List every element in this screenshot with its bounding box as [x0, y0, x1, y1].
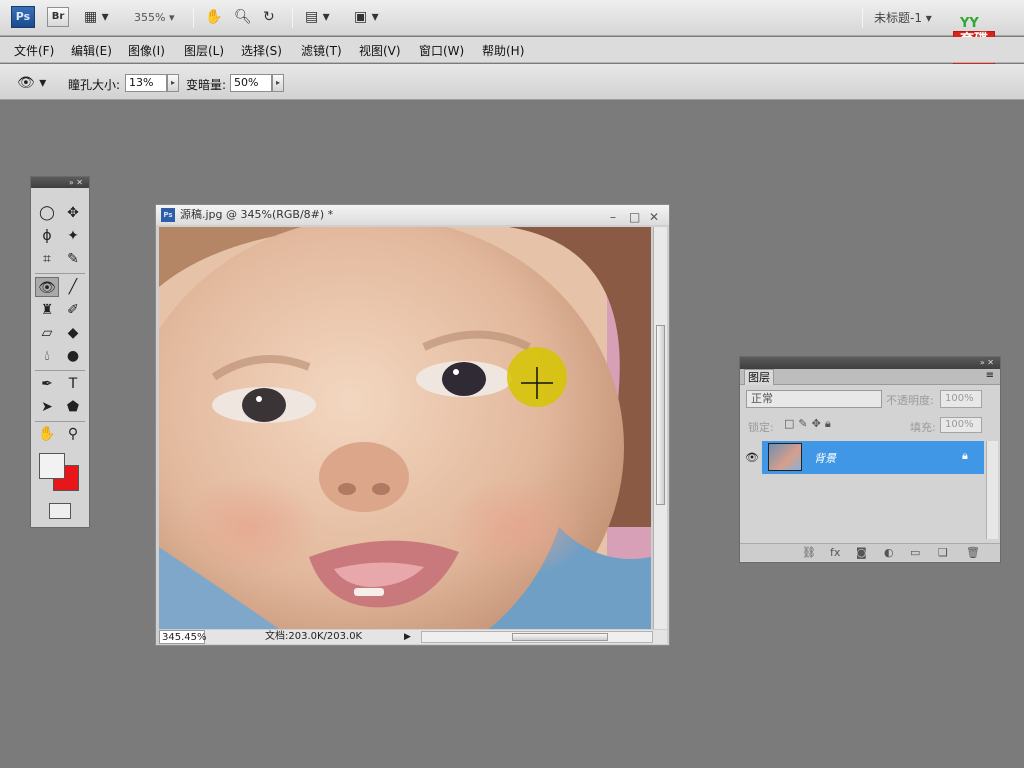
- eyedropper-tool-icon[interactable]: ✎: [61, 249, 85, 269]
- crop-tool-icon[interactable]: ⌗: [35, 249, 59, 269]
- watermark-leaf: YY: [960, 16, 979, 31]
- maximize-icon[interactable]: □: [629, 207, 640, 227]
- vertical-scroll-thumb[interactable]: [656, 325, 665, 505]
- move-tool-icon[interactable]: ✥: [61, 203, 85, 223]
- horizontal-scroll-thumb[interactable]: [512, 633, 608, 641]
- new-group-icon[interactable]: ▭: [910, 546, 920, 559]
- link-layers-icon[interactable]: ⛓: [802, 546, 816, 559]
- darken-amount-input[interactable]: 50%: [230, 74, 272, 92]
- menu-help[interactable]: 帮助(H): [482, 42, 524, 59]
- pupil-size-stepper[interactable]: ▸: [167, 74, 179, 92]
- document-window: Ps 源稿.jpg @ 345%(RGB/8#) * – □ ✕ 345.45%…: [155, 204, 670, 646]
- opacity-label: 不透明度:: [886, 394, 934, 407]
- application-bar: Ps Br ▦ ▾ 355% ▾ ✋ 🔍︎ ↻ ▤ ▾ ▣ ▾ 未标题-1 ▾: [0, 0, 1024, 36]
- zoom-level-value: 355%: [134, 11, 166, 24]
- opacity-input[interactable]: 100%: [940, 390, 982, 408]
- red-eye-tool-preset-icon[interactable]: 👁︎ ▾: [17, 73, 57, 93]
- lock-label: 锁定:: [748, 421, 774, 434]
- eraser-tool-icon[interactable]: ▱: [35, 323, 59, 343]
- menu-filter[interactable]: 滤镜(T): [301, 42, 342, 59]
- blend-mode-select[interactable]: 正常: [746, 390, 882, 408]
- layer-row-background[interactable]: 👁︎ 背景 🔒︎: [742, 441, 984, 474]
- hand-tool-icon[interactable]: ✋: [205, 8, 222, 26]
- path-selection-tool-icon[interactable]: ➤: [35, 397, 59, 417]
- menu-bar: 文件(F) 编辑(E) 图像(I) 图层(L) 选择(S) 滤镜(T) 视图(V…: [0, 37, 1024, 63]
- menu-file[interactable]: 文件(F): [14, 42, 54, 59]
- layer-style-icon[interactable]: fx: [830, 546, 840, 559]
- menu-window[interactable]: 窗口(W): [419, 42, 464, 59]
- type-tool-icon[interactable]: T: [61, 374, 85, 394]
- minimize-icon[interactable]: –: [610, 207, 616, 227]
- workspace-switcher[interactable]: 未标题-1 ▾: [874, 9, 932, 26]
- new-layer-icon[interactable]: ❏: [938, 546, 948, 559]
- vertical-scrollbar[interactable]: [653, 227, 667, 629]
- rotate-view-icon[interactable]: ↻: [263, 8, 275, 26]
- menu-view[interactable]: 视图(V): [359, 42, 401, 59]
- document-size-info: 文档:203.0K/203.0K: [265, 631, 363, 642]
- zoom-level-select[interactable]: 355% ▾: [124, 9, 184, 27]
- status-menu-arrow-icon[interactable]: ▶: [404, 630, 411, 644]
- blur-tool-icon[interactable]: 💧︎: [35, 346, 59, 366]
- fill-label: 填充:: [910, 421, 936, 434]
- layers-tab-row: 图层 ≡: [740, 369, 1000, 385]
- layers-panel: » ✕ 图层 ≡ 正常 不透明度: 100% 锁定: □✎✥🔒︎ 填充: 100…: [739, 356, 1001, 563]
- layer-thumbnail: [768, 443, 802, 471]
- horizontal-scrollbar[interactable]: [421, 631, 653, 643]
- hand-tool-icon[interactable]: ✋: [35, 424, 59, 444]
- close-icon[interactable]: ✕: [649, 207, 659, 227]
- zoom-tool-icon[interactable]: ⚲: [61, 424, 85, 444]
- lock-options-icon[interactable]: □✎✥🔒︎: [784, 417, 835, 431]
- delete-layer-icon[interactable]: 🗑︎: [966, 546, 980, 559]
- clone-stamp-tool-icon[interactable]: ♜: [35, 300, 59, 320]
- tools-panel-header[interactable]: » ✕: [31, 177, 89, 188]
- layers-scrollbar[interactable]: [986, 441, 998, 539]
- menu-edit[interactable]: 编辑(E): [71, 42, 112, 59]
- bridge-button[interactable]: Br: [47, 7, 69, 27]
- tab-layers[interactable]: 图层: [744, 369, 774, 385]
- foreground-color-swatch[interactable]: [39, 453, 65, 479]
- layers-panel-header[interactable]: » ✕: [740, 357, 1000, 369]
- zoom-tool-icon[interactable]: 🔍︎: [234, 8, 252, 26]
- menu-select[interactable]: 选择(S): [241, 42, 282, 59]
- menu-layer[interactable]: 图层(L): [184, 42, 224, 59]
- darken-amount-label: 变暗量:: [186, 78, 227, 92]
- layer-mask-icon[interactable]: ◙: [856, 546, 867, 559]
- baby-photo: [159, 227, 651, 629]
- adjustment-layer-icon[interactable]: ◐: [884, 546, 894, 559]
- view-extras-icon[interactable]: ▦ ▾: [84, 8, 109, 26]
- document-status-bar: 345.45% 文档:203.0K/203.0K ▶: [159, 630, 667, 644]
- image-canvas[interactable]: [159, 227, 651, 629]
- brush-tool-icon[interactable]: ╱: [61, 277, 85, 297]
- dodge-tool-icon[interactable]: ●: [61, 346, 85, 366]
- pupil-size-input[interactable]: 13%: [125, 74, 167, 92]
- history-brush-tool-icon[interactable]: ✐: [61, 300, 85, 320]
- layers-footer: ⛓ fx ◙ ◐ ▭ ❏ 🗑︎: [740, 543, 1000, 561]
- arrange-documents-icon[interactable]: ▤ ▾: [305, 8, 330, 26]
- paint-bucket-tool-icon[interactable]: ◆: [61, 323, 85, 343]
- document-ps-icon: Ps: [161, 208, 175, 222]
- workspace-label: 未标题-1: [874, 11, 922, 25]
- document-title: 源稿.jpg @ 345%(RGB/8#) *: [180, 208, 334, 221]
- pupil-size-label: 瞳孔大小:: [68, 78, 121, 92]
- quick-mask-icon[interactable]: [49, 503, 71, 519]
- menu-image[interactable]: 图像(I): [128, 42, 165, 59]
- shape-tool-icon[interactable]: ⬟: [61, 397, 85, 417]
- photoshop-logo: Ps: [11, 6, 35, 28]
- layer-name: 背景: [814, 452, 836, 465]
- lasso-tool-icon[interactable]: ϕ: [35, 226, 59, 246]
- tool-options-bar: 👁︎ ▾ 瞳孔大小: 13% ▸ 变暗量: 50% ▸: [0, 64, 1024, 100]
- layer-lock-icon: 🔒︎: [962, 449, 968, 462]
- darken-amount-stepper[interactable]: ▸: [272, 74, 284, 92]
- visibility-eye-icon[interactable]: 👁︎: [742, 441, 762, 474]
- elliptical-marquee-tool-icon[interactable]: ◯: [35, 203, 59, 223]
- red-eye-tool-icon[interactable]: 👁︎: [35, 277, 59, 297]
- tools-panel: » ✕ ◯ ✥ ϕ ✦ ⌗ ✎ 👁︎ ╱ ♜ ✐ ▱ ◆ 💧︎ ● ✒ T ➤ …: [30, 176, 90, 528]
- panel-menu-icon[interactable]: ≡: [986, 370, 994, 381]
- document-title-bar[interactable]: Ps 源稿.jpg @ 345%(RGB/8#) * – □ ✕: [156, 205, 669, 225]
- magic-wand-tool-icon[interactable]: ✦: [61, 226, 85, 246]
- fill-input[interactable]: 100%: [940, 417, 982, 433]
- status-zoom-field[interactable]: 345.45%: [159, 630, 207, 644]
- pen-tool-icon[interactable]: ✒: [35, 374, 59, 394]
- screen-mode-icon[interactable]: ▣ ▾: [354, 8, 379, 26]
